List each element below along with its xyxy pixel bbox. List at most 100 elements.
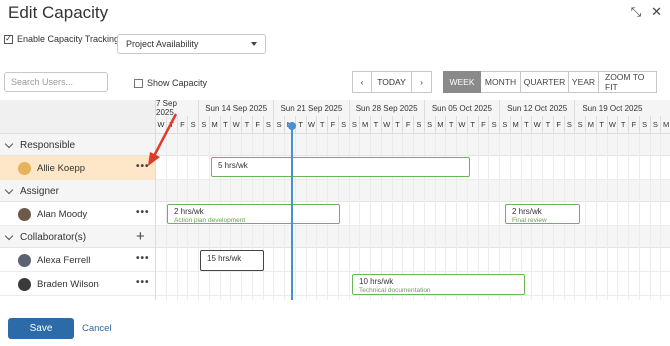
- view-switcher: WEEK MONTH QUARTER YEAR ZOOM TO FIT: [443, 71, 657, 93]
- week-label: Sun 12 Oct 2025: [499, 100, 574, 116]
- cancel-button[interactable]: Cancel: [82, 318, 112, 339]
- day-letter: F: [552, 116, 564, 134]
- avatar: [18, 161, 31, 175]
- person-label: Allie Koepp: [18, 156, 85, 180]
- day-letter: S: [563, 116, 575, 134]
- search-users-input[interactable]: [4, 72, 108, 92]
- timeline-panel: 7 Sep 2025 Sun 14 Sep 2025 Sun 21 Sep 2025…: [155, 100, 670, 300]
- date-navigation: ‹ TODAY ›: [352, 71, 432, 93]
- day-letter: T: [219, 116, 231, 134]
- group-label-text: Collaborator(s): [20, 231, 87, 243]
- show-capacity-toggle[interactable]: Show Capacity: [134, 78, 207, 88]
- day-letter: M: [585, 116, 596, 134]
- day-letter: F: [402, 116, 413, 134]
- close-icon[interactable]: ✕: [651, 5, 662, 19]
- day-letter: S: [574, 116, 585, 134]
- day-gridline: [628, 134, 629, 300]
- capacity-bar[interactable]: 5 hrs/wk: [211, 157, 470, 177]
- day-letter: S: [413, 116, 424, 134]
- bar-task: Final review: [512, 217, 547, 224]
- avatar: [18, 253, 31, 267]
- day-letter: F: [477, 116, 489, 134]
- availability-select-value: Project Availability: [126, 39, 199, 49]
- day-gridline: [606, 134, 608, 300]
- day-letter: W: [531, 116, 542, 134]
- chevron-down-icon: [4, 185, 14, 194]
- day-letter: W: [606, 116, 618, 134]
- person-label: Alexa Ferrell: [18, 248, 90, 272]
- day-gridline: [660, 134, 662, 300]
- more-options-icon[interactable]: •••: [136, 248, 150, 272]
- prev-button[interactable]: ‹: [352, 71, 372, 93]
- week-label: Sun 28 Sep 2025: [348, 100, 424, 116]
- bar-hours: 2 hrs/wk: [512, 207, 542, 216]
- day-letter: T: [445, 116, 456, 134]
- day-gridline: [638, 134, 640, 300]
- week-label: Sun 21 Sep 2025: [273, 100, 348, 116]
- day-letter: F: [251, 116, 263, 134]
- day-letter: T: [294, 116, 306, 134]
- more-options-icon[interactable]: •••: [136, 202, 150, 226]
- group-label[interactable]: Assigner: [4, 180, 59, 202]
- day-header: WTFSSMTWTFSSMTWTFSSMTWTFSSMTWTFSSMTWTFSS…: [155, 116, 670, 134]
- chevron-down-icon: [4, 231, 14, 240]
- next-button[interactable]: ›: [412, 71, 432, 93]
- day-letter: T: [595, 116, 607, 134]
- annotation-arrow-icon: [148, 113, 178, 166]
- day-gridline: [649, 134, 651, 300]
- capacity-bar[interactable]: 2 hrs/wk Final review: [505, 204, 580, 224]
- bar-task: Technical documentation: [359, 287, 431, 294]
- week-label: Sun 14 Sep 2025: [198, 100, 273, 116]
- day-letter: S: [187, 116, 198, 134]
- view-week-button[interactable]: WEEK: [443, 71, 481, 93]
- day-letter: S: [488, 116, 499, 134]
- chevron-down-icon: [251, 42, 257, 46]
- capacity-grid: 7 Sep 2025 Sun 14 Sep 2025 Sun 21 Sep 2025…: [0, 100, 670, 300]
- day-letter: M: [434, 116, 446, 134]
- grid-header-spacer: [0, 100, 155, 134]
- day-letter: T: [617, 116, 628, 134]
- day-letter: S: [348, 116, 360, 134]
- group-label[interactable]: Collaborator(s): [4, 226, 87, 248]
- day-letter: S: [262, 116, 274, 134]
- day-letter: T: [542, 116, 553, 134]
- view-month-button[interactable]: MONTH: [481, 71, 521, 93]
- day-letter: S: [198, 116, 209, 134]
- view-quarter-button[interactable]: QUARTER: [521, 71, 569, 93]
- day-letter: M: [359, 116, 370, 134]
- day-letter: T: [241, 116, 252, 134]
- day-letter: S: [649, 116, 661, 134]
- day-letter: T: [466, 116, 478, 134]
- chevron-left-icon: ‹: [360, 77, 364, 87]
- day-letter: M: [660, 116, 670, 134]
- capacity-bar[interactable]: 15 hrs/wk: [200, 250, 264, 271]
- day-letter: T: [391, 116, 403, 134]
- day-letter: T: [520, 116, 532, 134]
- day-letter: W: [456, 116, 467, 134]
- show-capacity-label: Show Capacity: [147, 78, 208, 88]
- person-name: Allie Koepp: [37, 162, 86, 174]
- person-label: Braden Wilson: [18, 272, 99, 296]
- day-letter: T: [316, 116, 327, 134]
- bar-hours: 15 hrs/wk: [207, 254, 242, 263]
- today-button[interactable]: TODAY: [372, 71, 412, 93]
- view-year-button[interactable]: YEAR: [569, 71, 599, 93]
- week-label: Sun 05 Oct 2025: [423, 100, 499, 116]
- capacity-bar[interactable]: 2 hrs/wk Action plan development: [167, 204, 340, 224]
- availability-select[interactable]: Project Availability: [117, 34, 266, 54]
- add-collaborator-icon[interactable]: +: [136, 226, 145, 248]
- show-capacity-checkbox[interactable]: [134, 78, 143, 88]
- day-letter: S: [423, 116, 435, 134]
- day-letter: T: [370, 116, 381, 134]
- group-label[interactable]: Responsible: [4, 134, 75, 156]
- day-letter: M: [208, 116, 220, 134]
- zoom-to-fit-button[interactable]: ZOOM TO FIT: [599, 71, 657, 93]
- day-letter: S: [337, 116, 349, 134]
- collapse-icon[interactable]: ⤡: [631, 5, 641, 19]
- enable-capacity-checkbox[interactable]: ✓: [4, 34, 13, 44]
- today-line: [291, 124, 293, 300]
- more-options-icon[interactable]: •••: [136, 272, 150, 296]
- enable-capacity-toggle[interactable]: ✓ Enable Capacity Tracking: [4, 34, 119, 44]
- save-button[interactable]: Save: [8, 318, 74, 339]
- capacity-bar[interactable]: 10 hrs/wk Technical documentation: [352, 274, 525, 295]
